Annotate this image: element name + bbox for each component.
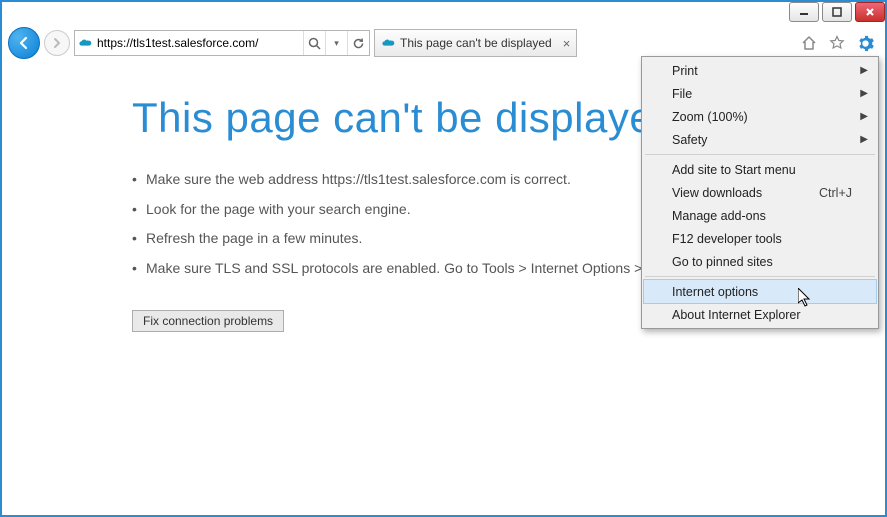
back-button[interactable]: [8, 27, 40, 59]
address-bar[interactable]: ▾: [74, 30, 370, 56]
menu-label: View downloads: [672, 186, 762, 200]
menu-shortcut: Ctrl+J: [819, 186, 852, 200]
menu-zoom[interactable]: Zoom (100%) ▶: [644, 105, 876, 128]
search-dropdown[interactable]: ▾: [325, 31, 347, 55]
tools-menu: Print ▶ File ▶ Zoom (100%) ▶ Safety ▶ Add si…: [641, 56, 879, 329]
fix-connection-button[interactable]: Fix connection problems: [132, 310, 284, 332]
menu-f12-tools[interactable]: F12 developer tools: [644, 227, 876, 250]
search-button[interactable]: [303, 31, 325, 55]
arrow-left-icon: [16, 35, 32, 51]
submenu-arrow-icon: ▶: [860, 65, 868, 76]
close-button[interactable]: [855, 2, 885, 22]
refresh-button[interactable]: [347, 31, 369, 55]
submenu-arrow-icon: ▶: [860, 88, 868, 99]
home-button[interactable]: [799, 33, 819, 53]
menu-separator: [645, 154, 875, 155]
menu-label: F12 developer tools: [672, 232, 782, 246]
minimize-button[interactable]: [789, 2, 819, 22]
menu-label: Manage add-ons: [672, 209, 766, 223]
menu-label: Print: [672, 64, 698, 78]
search-icon: [308, 37, 321, 50]
arrow-right-icon: [51, 37, 63, 49]
gear-icon: [857, 35, 874, 52]
home-icon: [801, 35, 817, 51]
star-icon: [829, 35, 845, 51]
salesforce-cloud-icon: [381, 38, 395, 49]
menu-add-site[interactable]: Add site to Start menu: [644, 158, 876, 181]
salesforce-cloud-icon: [78, 38, 92, 49]
menu-print[interactable]: Print ▶: [644, 59, 876, 82]
menu-view-downloads[interactable]: View downloads Ctrl+J: [644, 181, 876, 204]
browser-tab[interactable]: This page can't be displayed ×: [374, 29, 577, 57]
menu-separator: [645, 276, 875, 277]
maximize-button[interactable]: [822, 2, 852, 22]
menu-file[interactable]: File ▶: [644, 82, 876, 105]
menu-label: About Internet Explorer: [672, 308, 801, 322]
tab-close-button[interactable]: ×: [557, 36, 571, 51]
navigation-bar: ▾ This page can't be displayed ×: [2, 26, 885, 60]
url-input[interactable]: [95, 32, 303, 54]
refresh-icon: [352, 37, 365, 50]
browser-window: ▾ This page can't be displayed × This pa…: [0, 0, 887, 517]
menu-label: Add site to Start menu: [672, 163, 796, 177]
menu-manage-addons[interactable]: Manage add-ons: [644, 204, 876, 227]
tab-title: This page can't be displayed: [400, 36, 552, 50]
menu-about[interactable]: About Internet Explorer: [644, 303, 876, 326]
menu-label: Zoom (100%): [672, 110, 748, 124]
tools-button[interactable]: [855, 33, 875, 53]
menu-label: Go to pinned sites: [672, 255, 773, 269]
menu-label: File: [672, 87, 692, 101]
forward-button[interactable]: [44, 30, 70, 56]
submenu-arrow-icon: ▶: [860, 111, 868, 122]
site-icon: [75, 38, 95, 49]
submenu-arrow-icon: ▶: [860, 134, 868, 145]
menu-label: Internet options: [672, 285, 758, 299]
title-bar: [2, 2, 885, 26]
menu-pinned-sites[interactable]: Go to pinned sites: [644, 250, 876, 273]
menu-safety[interactable]: Safety ▶: [644, 128, 876, 151]
menu-internet-options[interactable]: Internet options: [644, 280, 876, 303]
favorites-button[interactable]: [827, 33, 847, 53]
menu-label: Safety: [672, 133, 707, 147]
